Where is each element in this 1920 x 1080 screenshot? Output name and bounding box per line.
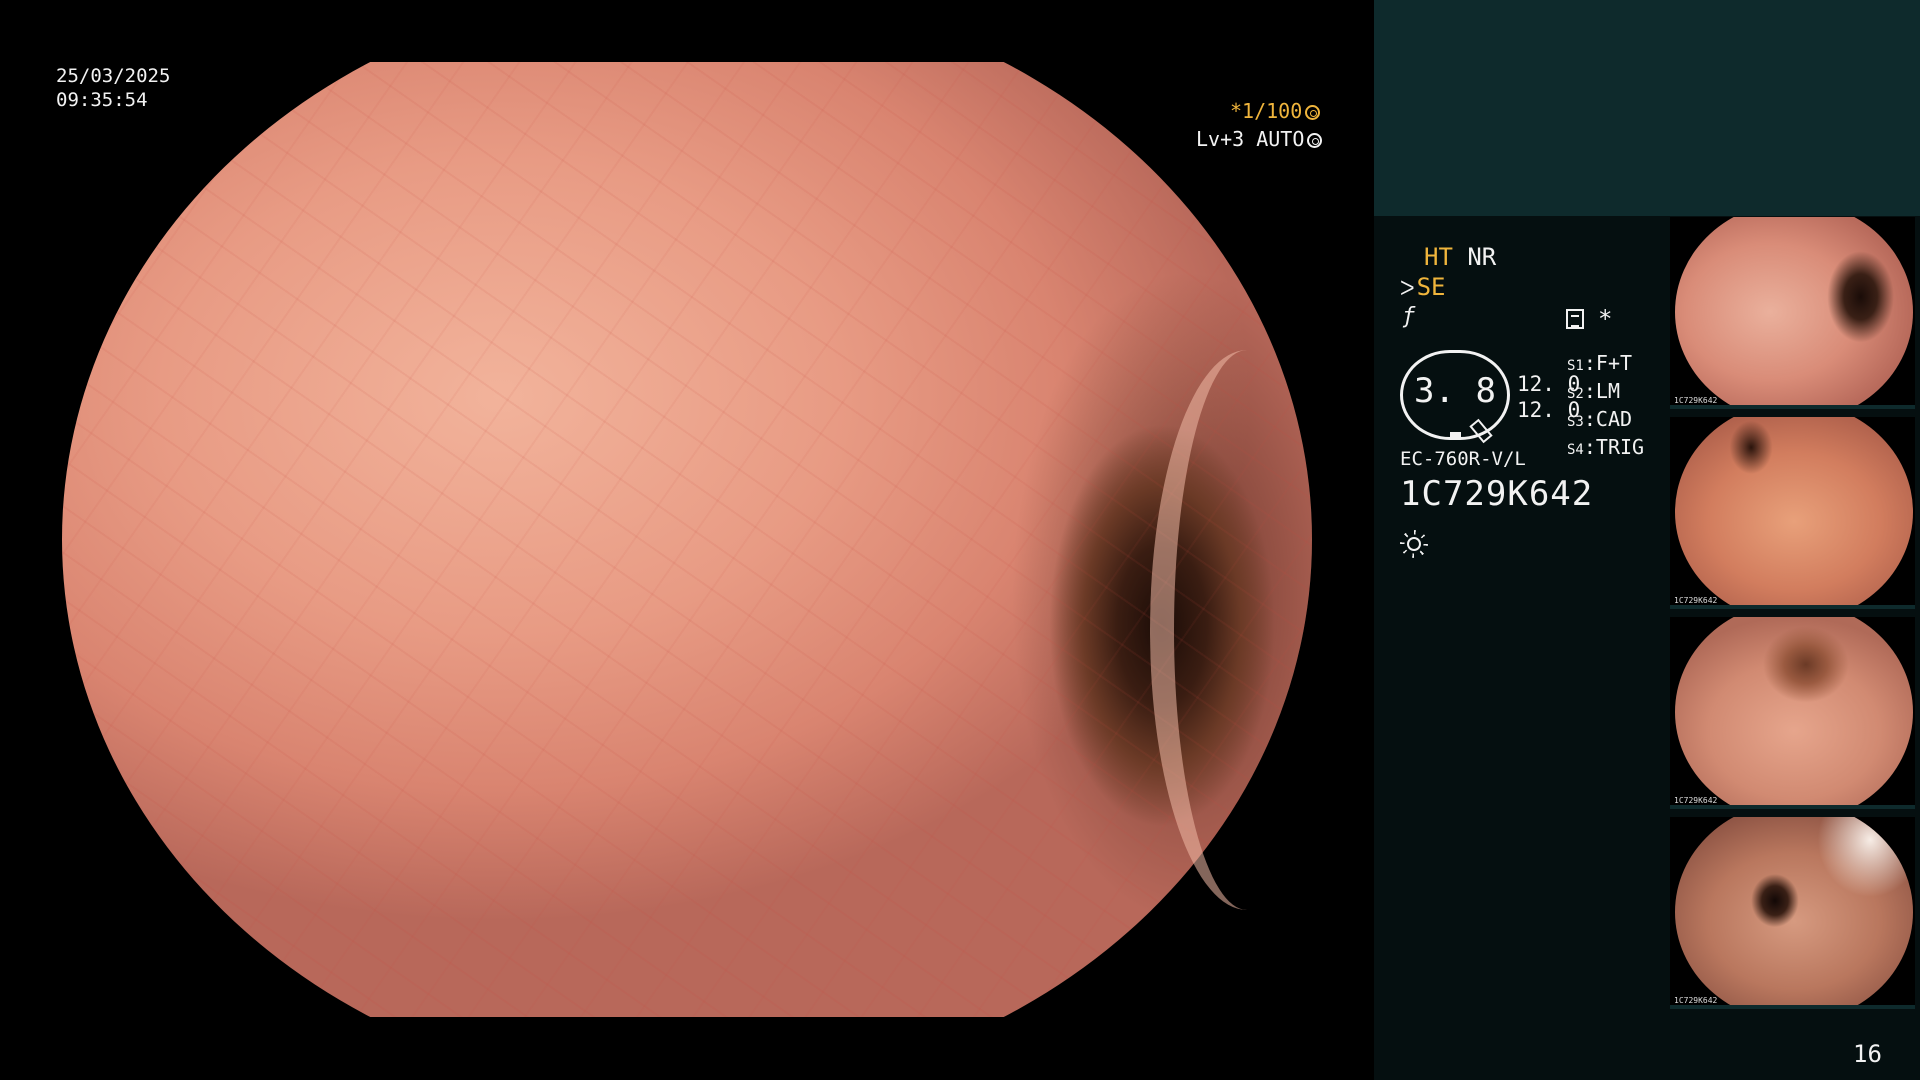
mode-ht: HT <box>1424 243 1453 271</box>
slot-row: S1:F+T <box>1567 351 1633 375</box>
se-label: SE <box>1416 273 1446 301</box>
mode-row: HT NR <box>1424 243 1496 271</box>
thumbnail[interactable]: 1C729K642 <box>1670 217 1915 409</box>
timestamp: 25/03/2025 09:35:54 <box>56 64 170 112</box>
thumbnail-bar <box>1670 805 1915 809</box>
level-indicator: Lv+3 AUTO <box>1196 127 1323 151</box>
page-number: 16 <box>1853 1040 1882 1068</box>
structure-enhance-icon: ᐳ <box>1400 276 1415 300</box>
slot-row: S3:CAD <box>1567 407 1633 431</box>
light-icon <box>1400 530 1428 558</box>
aperture-icon <box>1305 105 1321 120</box>
mucosal-fold <box>1150 350 1344 910</box>
level-mode-text: Lv+3 AUTO <box>1196 127 1305 151</box>
thumbnail-image <box>1675 817 1913 1007</box>
slot-key: S4 <box>1567 442 1584 458</box>
slot-key: S2 <box>1567 386 1584 402</box>
scope-model: EC-760R-V/L <box>1400 448 1526 470</box>
zoom-indicator: 3. 8 <box>1400 350 1510 444</box>
light-core <box>1407 537 1421 551</box>
filter-icon: ƒ <box>1402 304 1416 329</box>
shutter-indicator: *1/100 <box>1230 99 1321 123</box>
thumbnail[interactable]: 1C729K642 <box>1670 617 1915 809</box>
thumbnail-bar <box>1670 605 1915 609</box>
thumbnail-caption: 1C729K642 <box>1674 796 1718 805</box>
side-panel-header <box>1374 0 1920 216</box>
switch-slots: S1:F+T S2:LM S3:CAD S4:TRIG <box>1567 351 1644 463</box>
thumbnail[interactable]: 1C729K642 <box>1670 817 1915 1009</box>
thumbnail-strip: 1C729K642 1C729K642 1C729K642 1C729K642 <box>1670 217 1920 1017</box>
slot-value: TRIG <box>1595 435 1645 459</box>
scope-serial: 1C729K642 <box>1400 474 1594 514</box>
se-row: ᐳSE <box>1400 273 1446 301</box>
thumbnail-image <box>1675 617 1913 807</box>
slot-row: S4:TRIG <box>1567 435 1645 459</box>
slot-value: CAD <box>1595 407 1633 431</box>
endoscopic-image <box>62 62 1312 1017</box>
thumbnail-bar <box>1670 1005 1915 1009</box>
slot-value: LM <box>1595 379 1620 403</box>
slot-value: F+T <box>1595 351 1633 375</box>
zoom-marker <box>1450 432 1461 438</box>
thumbnail-image <box>1675 417 1913 607</box>
star-marker: * <box>1598 305 1613 333</box>
thumbnail-caption: 1C729K642 <box>1674 596 1718 605</box>
auto-iris-icon <box>1307 133 1323 148</box>
slot-key: S3 <box>1567 414 1584 430</box>
thumbnail[interactable]: 1C729K642 <box>1670 417 1915 609</box>
shutter-text: *1/100 <box>1230 99 1303 123</box>
time-text: 09:35:54 <box>56 89 148 111</box>
thumbnail-caption: 1C729K642 <box>1674 396 1718 405</box>
thumbnail-caption: 1C729K642 <box>1674 996 1718 1005</box>
date-text: 25/03/2025 <box>56 65 171 87</box>
thumbnail-image <box>1675 217 1913 407</box>
mode-nr: NR <box>1467 243 1497 271</box>
memo-icon <box>1566 309 1584 329</box>
slot-row: S2:LM <box>1567 379 1620 403</box>
zoom-value: 3. 8 <box>1414 371 1496 411</box>
endoscope-main-view: 25/03/2025 09:35:54 *1/100 Lv+3 AUTO <box>0 0 1374 1080</box>
slot-key: S1 <box>1567 358 1584 374</box>
thumbnail-bar <box>1670 405 1915 409</box>
